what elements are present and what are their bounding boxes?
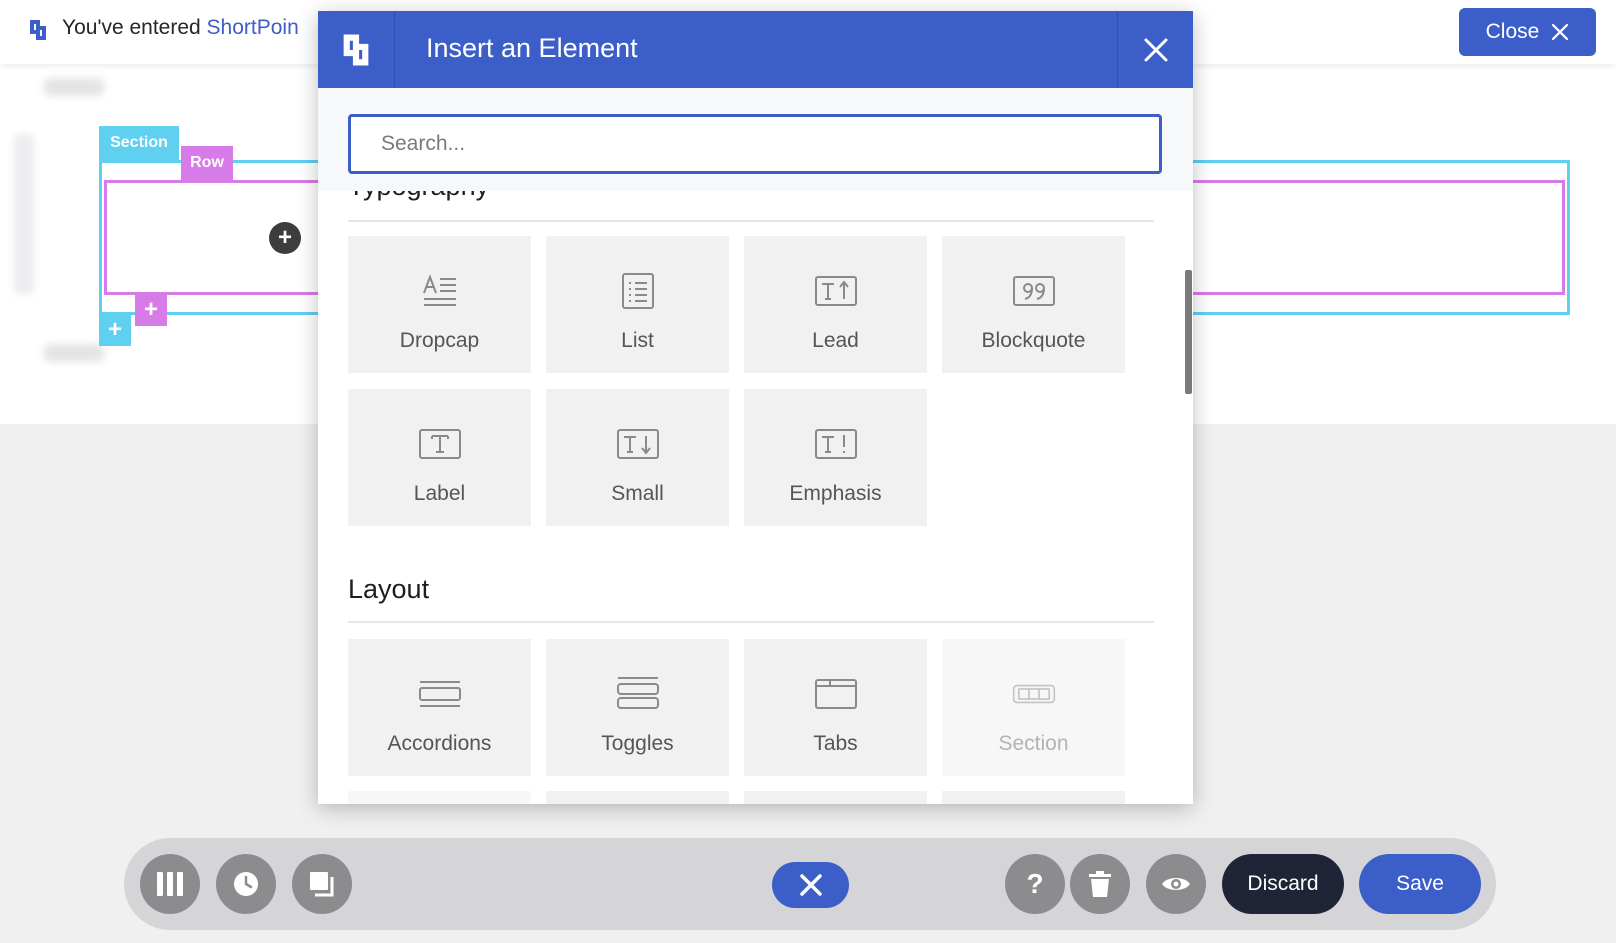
copy-button[interactable] (292, 854, 352, 914)
dialog-close-button[interactable] (1117, 11, 1193, 88)
close-icon (1552, 23, 1569, 41)
element-tile-partial[interactable] (546, 791, 729, 804)
element-tile-toggles[interactable]: Toggles (546, 639, 729, 776)
shortpoint-logo-icon (30, 20, 46, 40)
element-tile-partial[interactable] (942, 791, 1125, 804)
tile-label: Dropcap (399, 329, 480, 352)
save-button[interactable]: Save (1359, 854, 1481, 914)
element-tile-partial[interactable] (348, 791, 531, 804)
tile-label: Accordions (387, 732, 492, 755)
section-tag[interactable]: Section (99, 126, 179, 160)
cancel-button[interactable] (772, 862, 849, 908)
element-tile-emphasis[interactable]: Emphasis (744, 389, 927, 526)
question-icon: ? (1026, 868, 1044, 899)
trash-icon (1089, 871, 1111, 897)
element-tile-list[interactable]: List (546, 236, 729, 373)
add-section-button[interactable]: + (99, 314, 131, 346)
element-tile-section: Section (942, 639, 1125, 776)
notice-prefix: You've entered (62, 16, 201, 39)
blurred-content (44, 78, 104, 96)
element-tile-dropcap[interactable]: Dropcap (348, 236, 531, 373)
category-title-typography: Typography (348, 191, 489, 202)
accordions-icon (418, 672, 462, 716)
section-icon (1012, 672, 1056, 716)
tile-label: Section (998, 732, 1069, 755)
shortpoint-logo-icon (318, 11, 395, 88)
tile-label: Emphasis (789, 482, 882, 505)
search-area (318, 88, 1193, 191)
blurred-content (14, 134, 34, 294)
copy-icon (310, 872, 334, 897)
element-tile-partial[interactable] (744, 791, 927, 804)
dialog-title: Insert an Element (426, 33, 638, 63)
tabs-icon (814, 672, 858, 716)
help-button[interactable]: ? (1005, 854, 1065, 914)
element-tile-label[interactable]: Label (348, 389, 531, 526)
dialog-header: Insert an Element (318, 11, 1193, 88)
close-editor-button[interactable]: Close (1459, 8, 1596, 56)
history-button[interactable] (216, 854, 276, 914)
element-list: Typography Dropcap List (318, 191, 1193, 804)
tile-label: Blockquote (981, 329, 1086, 352)
tile-label: List (621, 329, 654, 352)
columns-icon (157, 872, 183, 896)
category-divider (348, 220, 1154, 222)
tile-label: Toggles (601, 732, 674, 755)
tile-label: Small (611, 482, 664, 505)
element-tile-lead[interactable]: Lead (744, 236, 927, 373)
row-tag[interactable]: Row (181, 146, 233, 180)
emphasis-icon (814, 422, 858, 466)
eye-icon (1162, 878, 1190, 890)
tile-label: Tabs (813, 732, 858, 755)
search-input[interactable] (348, 114, 1162, 174)
lead-icon (814, 269, 858, 313)
close-editor-label: Close (1485, 20, 1540, 43)
element-tile-accordions[interactable]: Accordions (348, 639, 531, 776)
preview-button[interactable] (1146, 854, 1206, 914)
element-tile-small[interactable]: Small (546, 389, 729, 526)
toggles-icon (616, 672, 660, 716)
delete-button[interactable] (1070, 854, 1130, 914)
close-icon (1144, 38, 1167, 61)
dialog-scrollbar[interactable] (1185, 270, 1192, 394)
discard-button[interactable]: Discard (1222, 854, 1344, 914)
clock-icon (234, 872, 258, 896)
small-icon (616, 422, 660, 466)
close-icon (799, 874, 822, 896)
dropcap-icon (418, 269, 462, 313)
layout-columns-button[interactable] (140, 854, 200, 914)
element-tile-tabs[interactable]: Tabs (744, 639, 927, 776)
notice-brand: ShortPoin (206, 16, 299, 39)
tile-label: Label (413, 482, 466, 505)
element-tile-blockquote[interactable]: Blockquote (942, 236, 1125, 373)
blurred-content (44, 344, 104, 362)
category-title-layout: Layout (348, 574, 430, 604)
add-row-button[interactable]: + (135, 294, 167, 326)
tile-label: Lead (812, 329, 859, 352)
list-icon (616, 269, 660, 313)
blockquote-icon (1012, 269, 1056, 313)
editor-mode-notice: You've entered ShortPoin (62, 16, 299, 40)
category-divider (348, 621, 1154, 623)
label-icon (418, 422, 462, 466)
add-element-button[interactable]: + (269, 222, 301, 254)
insert-element-dialog: Insert an Element Typography Dropcap (318, 11, 1193, 804)
